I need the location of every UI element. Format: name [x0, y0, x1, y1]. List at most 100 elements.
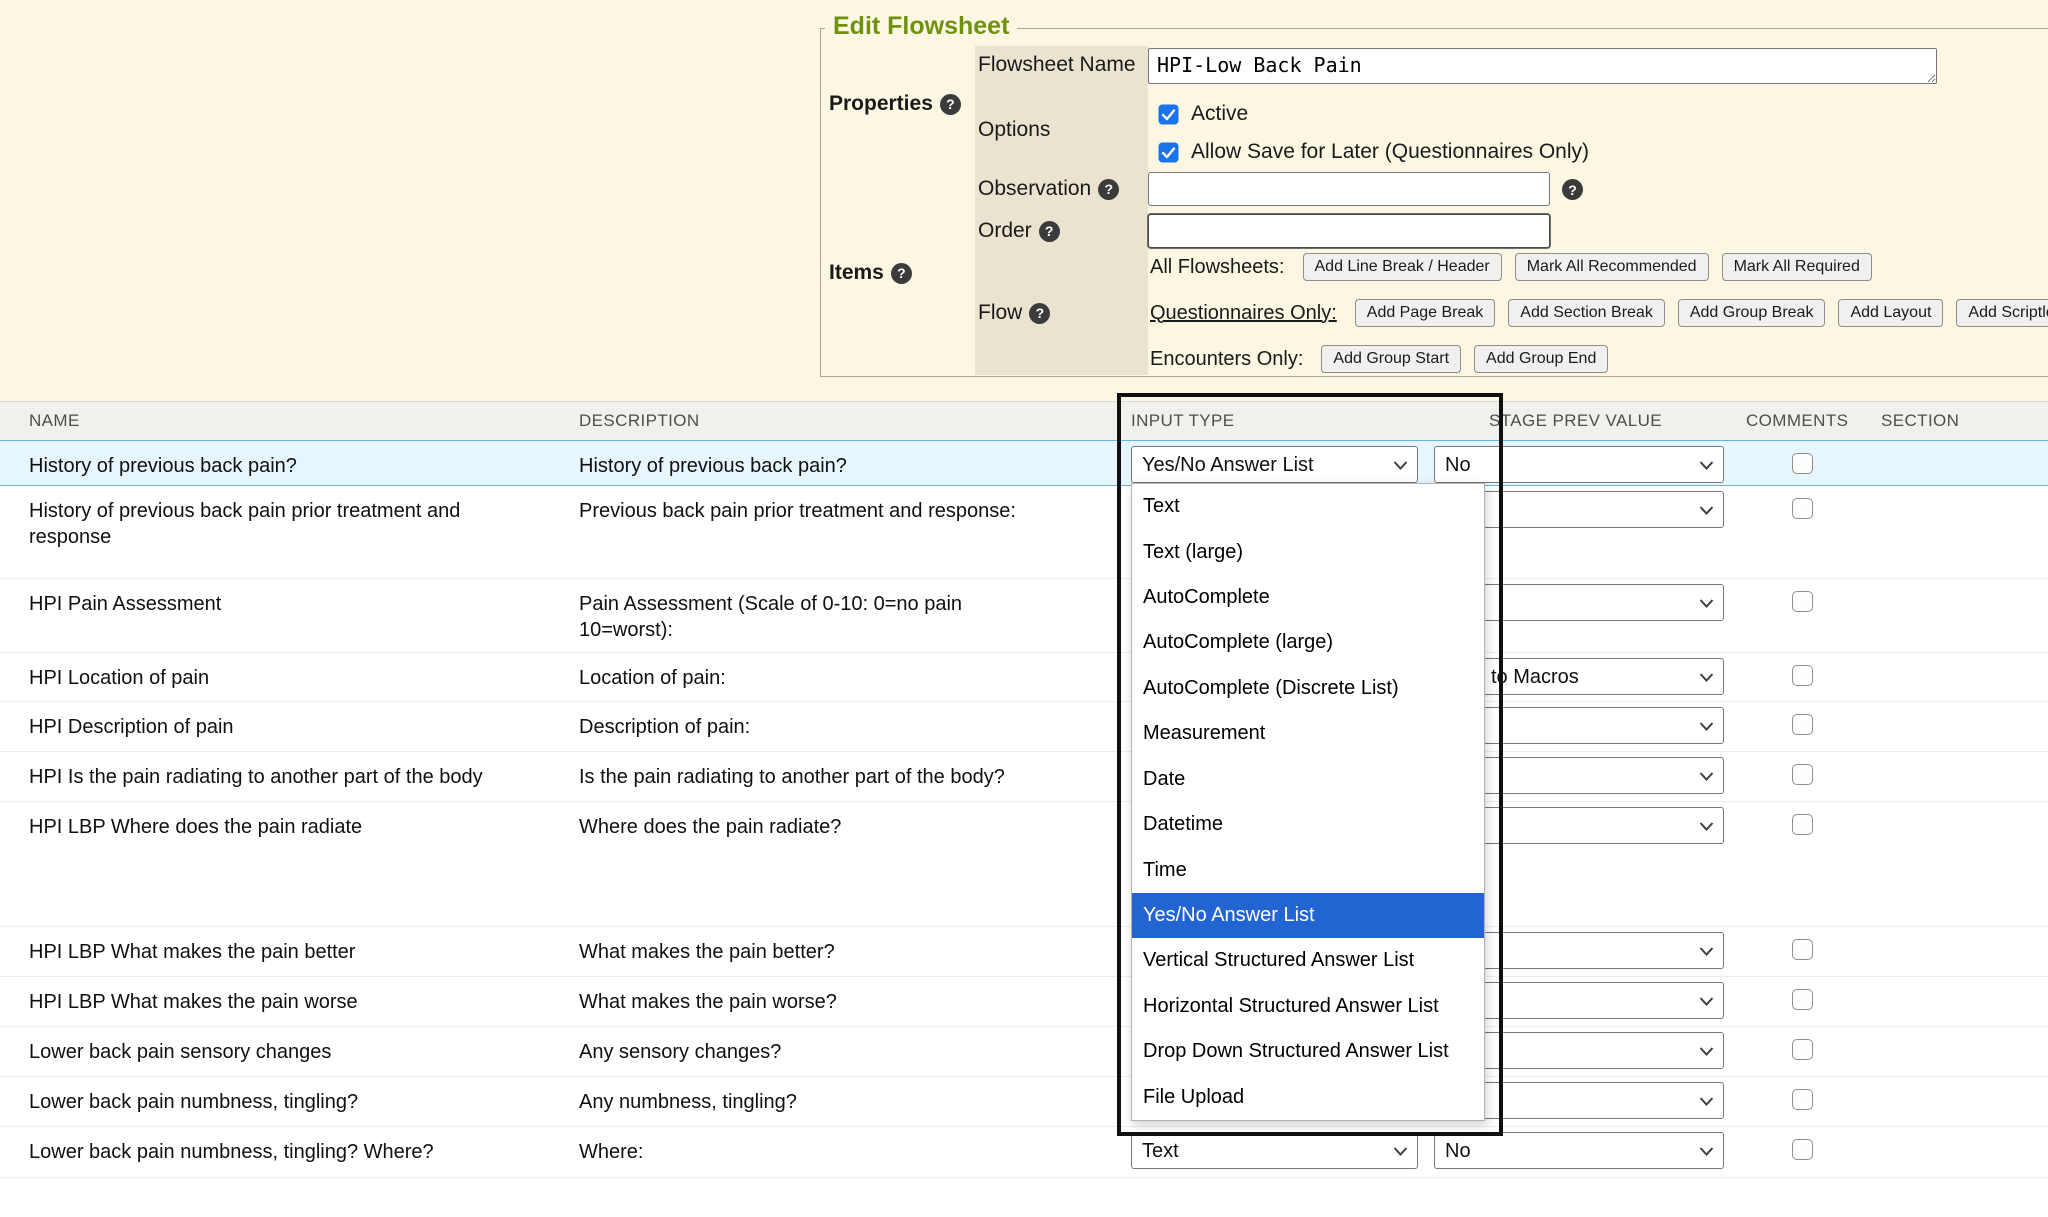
- chevron-down-icon: [1699, 772, 1714, 781]
- dropdown-option[interactable]: Yes/No Answer List: [1132, 893, 1484, 938]
- comments-checkbox[interactable]: [1792, 498, 1813, 519]
- table-row[interactable]: HPI Is the pain radiating to another par…: [0, 752, 2048, 802]
- section-cell: [1860, 1127, 2048, 1177]
- dropdown-option[interactable]: Time: [1132, 847, 1484, 892]
- item-name: HPI LBP What makes the pain better: [0, 927, 579, 976]
- dropdown-option[interactable]: File Upload: [1132, 1074, 1484, 1119]
- chevron-down-icon: [1699, 722, 1714, 731]
- dropdown-option[interactable]: Measurement: [1132, 711, 1484, 756]
- input-type-dropdown: TextText (large)AutoCompleteAutoComplete…: [1131, 483, 1485, 1121]
- flow-group-label: All Flowsheets:: [1150, 256, 1285, 279]
- properties-label: Properties: [829, 92, 933, 116]
- table-row[interactable]: HPI LBP Where does the pain radiateWhere…: [0, 802, 2048, 927]
- section-cell: [1860, 653, 2048, 701]
- select-value: Text: [1132, 1133, 1417, 1168]
- comments-checkbox[interactable]: [1792, 1089, 1813, 1110]
- comments-checkbox[interactable]: [1792, 714, 1813, 735]
- checkbox-checked-icon[interactable]: [1158, 142, 1179, 163]
- input-type-select[interactable]: Text: [1131, 1132, 1418, 1169]
- comments-checkbox[interactable]: [1792, 453, 1813, 474]
- observation-row: Observation ?: [978, 175, 1119, 203]
- comments-checkbox[interactable]: [1792, 814, 1813, 835]
- item-description: What makes the pain worse?: [579, 977, 1121, 1026]
- help-icon[interactable]: ?: [1039, 221, 1060, 242]
- help-icon[interactable]: ?: [940, 94, 961, 115]
- dropdown-option[interactable]: AutoComplete (Discrete List): [1132, 666, 1484, 711]
- help-icon[interactable]: ?: [1098, 179, 1119, 200]
- comments-checkbox[interactable]: [1792, 939, 1813, 960]
- flow-action-button[interactable]: Mark All Required: [1722, 253, 1872, 281]
- chevron-down-icon: [1699, 1147, 1714, 1156]
- help-icon[interactable]: ?: [891, 263, 912, 284]
- dropdown-option[interactable]: Horizontal Structured Answer List: [1132, 984, 1484, 1029]
- help-icon[interactable]: ?: [1562, 179, 1583, 200]
- comments-checkbox[interactable]: [1792, 764, 1813, 785]
- flowsheet-name-label: Flowsheet Name: [978, 51, 1136, 79]
- select-value: Yes/No Answer List: [1132, 447, 1417, 482]
- item-description: Location of pain:: [579, 653, 1121, 701]
- flow-group: Questionnaires Only: Add Page Break Add Se…: [1150, 298, 2048, 328]
- item-name: HPI LBP What makes the pain worse: [0, 977, 579, 1026]
- flow-action-button[interactable]: Mark All Recommended: [1515, 253, 1709, 281]
- section-cell: [1860, 752, 2048, 801]
- item-name: Lower back pain numbness, tingling?: [0, 1077, 579, 1126]
- stage-prev-select[interactable]: No: [1434, 446, 1724, 483]
- flow-group-label[interactable]: Questionnaires Only:: [1150, 302, 1337, 325]
- observation-input[interactable]: [1148, 172, 1550, 206]
- comments-checkbox[interactable]: [1792, 1039, 1813, 1060]
- column-header: INPUT TYPE: [1121, 411, 1424, 431]
- stage-prev-select[interactable]: No: [1434, 1132, 1724, 1169]
- dropdown-option[interactable]: Text (large): [1132, 529, 1484, 574]
- table-row[interactable]: Lower back pain sensory changesAny senso…: [0, 1027, 2048, 1077]
- flow-group-label: Encounters Only:: [1150, 348, 1303, 371]
- flow-action-button[interactable]: Add Page Break: [1355, 299, 1496, 327]
- chevron-down-icon: [1699, 997, 1714, 1006]
- dropdown-option[interactable]: AutoComplete (large): [1132, 620, 1484, 665]
- flow-action-button[interactable]: Add Group Start: [1321, 345, 1461, 373]
- dropdown-option[interactable]: Drop Down Structured Answer List: [1132, 1029, 1484, 1074]
- section-cell: [1860, 977, 2048, 1026]
- flow-action-button[interactable]: Add Line Break / Header: [1303, 253, 1502, 281]
- flow-action-button[interactable]: Add Group End: [1474, 345, 1608, 373]
- dropdown-option[interactable]: Date: [1132, 757, 1484, 802]
- table-row[interactable]: History of previous back pain prior trea…: [0, 486, 2048, 579]
- dropdown-option[interactable]: AutoComplete: [1132, 575, 1484, 620]
- flow-action-button[interactable]: Add Group Break: [1678, 299, 1826, 327]
- item-name: History of previous back pain prior trea…: [0, 486, 579, 578]
- column-header: NAME: [0, 411, 579, 431]
- input-type-select[interactable]: Yes/No Answer List: [1131, 446, 1418, 483]
- dropdown-option[interactable]: Text: [1132, 484, 1484, 529]
- table-row[interactable]: HPI Pain AssessmentPain Assessment (Scal…: [0, 579, 2048, 653]
- flow-action-button[interactable]: Add Scriptlet: [1956, 299, 2048, 327]
- flowsheet-name-textarea[interactable]: HPI-Low Back Pain: [1148, 48, 1937, 84]
- comments-checkbox[interactable]: [1792, 1139, 1813, 1160]
- table-row[interactable]: Lower back pain numbness, tingling?Any n…: [0, 1077, 2048, 1127]
- checkbox-checked-icon[interactable]: [1158, 104, 1179, 125]
- help-icon[interactable]: ?: [1029, 303, 1050, 324]
- table-row[interactable]: HPI Description of painDescription of pa…: [0, 702, 2048, 752]
- table-row[interactable]: HPI LBP What makes the pain betterWhat m…: [0, 927, 2048, 977]
- comments-cell: [1734, 752, 1860, 801]
- section-cell: [1860, 441, 2048, 485]
- flow-action-button[interactable]: Add Section Break: [1508, 299, 1665, 327]
- flow-group: Encounters Only: Add Group Start Add Group…: [1150, 344, 2048, 374]
- comments-checkbox[interactable]: [1792, 989, 1813, 1010]
- item-description: Any numbness, tingling?: [579, 1077, 1121, 1126]
- flow-action-button[interactable]: Add Layout: [1838, 299, 1943, 327]
- option-save-for-later: Allow Save for Later (Questionnaires Onl…: [1158, 140, 1589, 164]
- item-name: History of previous back pain?: [0, 441, 579, 485]
- table-row[interactable]: Lower back pain numbness, tingling? Wher…: [0, 1127, 2048, 1178]
- column-header: STAGE PREV VALUE: [1424, 411, 1734, 431]
- table-row[interactable]: History of previous back pain?History of…: [0, 440, 2048, 486]
- panel-title: Edit Flowsheet: [825, 12, 1017, 41]
- table-row[interactable]: HPI Location of painLocation of pain:to …: [0, 653, 2048, 702]
- dropdown-option[interactable]: Vertical Structured Answer List: [1132, 938, 1484, 983]
- order-input[interactable]: [1148, 214, 1550, 248]
- table-row[interactable]: HPI LBP What makes the pain worseWhat ma…: [0, 977, 2048, 1027]
- dropdown-option[interactable]: Datetime: [1132, 802, 1484, 847]
- comments-cell: [1734, 441, 1860, 485]
- comments-checkbox[interactable]: [1792, 665, 1813, 686]
- chevron-down-icon: [1699, 599, 1714, 608]
- comments-checkbox[interactable]: [1792, 591, 1813, 612]
- section-cell: [1860, 1077, 2048, 1126]
